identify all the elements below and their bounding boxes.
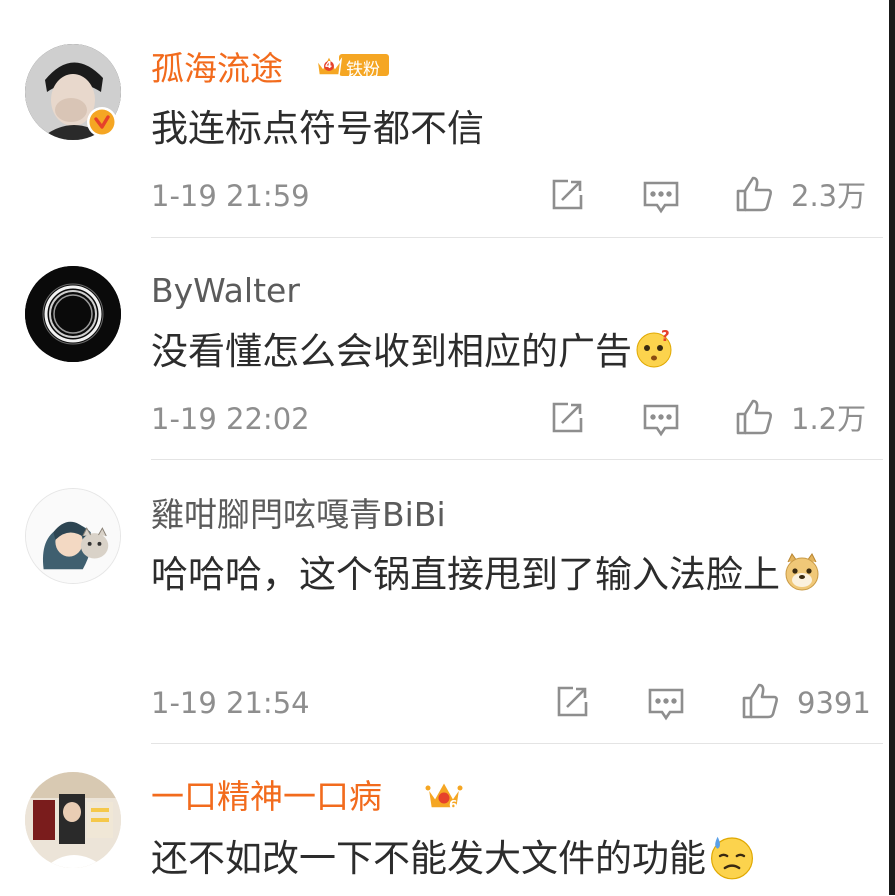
comment-item: 孤海流途 4 铁粉 我连标点符号都不信 1-19 21:59 2.3万	[0, 0, 889, 238]
username[interactable]: 一口精神一口病	[151, 780, 382, 813]
avatar[interactable]	[25, 266, 121, 362]
crown-icon[interactable]: 6	[425, 776, 463, 814]
timestamp: 1-19 21:59	[151, 179, 310, 213]
sweat-face-emoji	[708, 832, 756, 880]
comment-item: 雞咁腳閂呟嘎青BiBi 哈哈哈，这个锅直接甩到了输入法脸上 1-19 21:54…	[0, 460, 889, 744]
comment-text-content: 哈哈哈，这个锅直接甩到了输入法脸上	[151, 553, 780, 596]
comment-text-content: 我连标点符号都不信	[151, 107, 484, 150]
doge-emoji	[782, 551, 822, 591]
like-icon[interactable]	[735, 398, 773, 436]
comment-text-content: 没看懂怎么会收到相应的广告	[151, 330, 632, 373]
like-icon[interactable]	[741, 682, 779, 720]
comment-text-content: 还不如改一下不能发大文件的功能	[151, 837, 706, 880]
comment-item: ByWalter 没看懂怎么会收到相应的广告 ? 1-19 22:02 1.2万	[0, 238, 889, 460]
verified-badge-icon	[86, 106, 118, 138]
crown-badge-level: 6	[449, 798, 458, 812]
fan-badge[interactable]: 4 铁粉	[313, 48, 389, 82]
like-count: 2.3万	[791, 179, 867, 213]
like-count: 1.2万	[791, 402, 867, 436]
comment-icon[interactable]	[642, 401, 680, 439]
username[interactable]: 雞咁腳閂呟嘎青BiBi	[151, 498, 446, 531]
repost-icon[interactable]	[548, 399, 586, 437]
like-icon[interactable]	[735, 175, 773, 213]
comment-text: 我连标点符号都不信	[151, 100, 871, 157]
comment-icon[interactable]	[647, 685, 685, 723]
fan-badge-label: 铁粉	[346, 60, 380, 80]
comment-text: 哈哈哈，这个锅直接甩到了输入法脸上	[151, 546, 871, 603]
comment-text: 还不如改一下不能发大文件的功能	[151, 830, 871, 887]
comment-text: 没看懂怎么会收到相应的广告 ?	[151, 323, 871, 380]
svg-text:?: ?	[661, 329, 670, 345]
username[interactable]: ByWalter	[151, 274, 300, 307]
comment-icon[interactable]	[642, 178, 680, 216]
like-count: 9391	[797, 686, 871, 720]
repost-icon[interactable]	[548, 176, 586, 214]
confused-face-emoji: ?	[634, 327, 674, 368]
timestamp: 1-19 22:02	[151, 402, 310, 436]
avatar[interactable]	[25, 488, 121, 584]
right-edge-strip	[889, 0, 895, 895]
repost-icon[interactable]	[553, 683, 591, 721]
fan-badge-level: 4	[325, 60, 332, 71]
avatar[interactable]	[25, 772, 121, 868]
comment-item: 一口精神一口病 6 还不如改一下不能发大文件的功能	[0, 744, 889, 895]
username[interactable]: 孤海流途	[151, 52, 283, 85]
timestamp: 1-19 21:54	[151, 686, 310, 720]
